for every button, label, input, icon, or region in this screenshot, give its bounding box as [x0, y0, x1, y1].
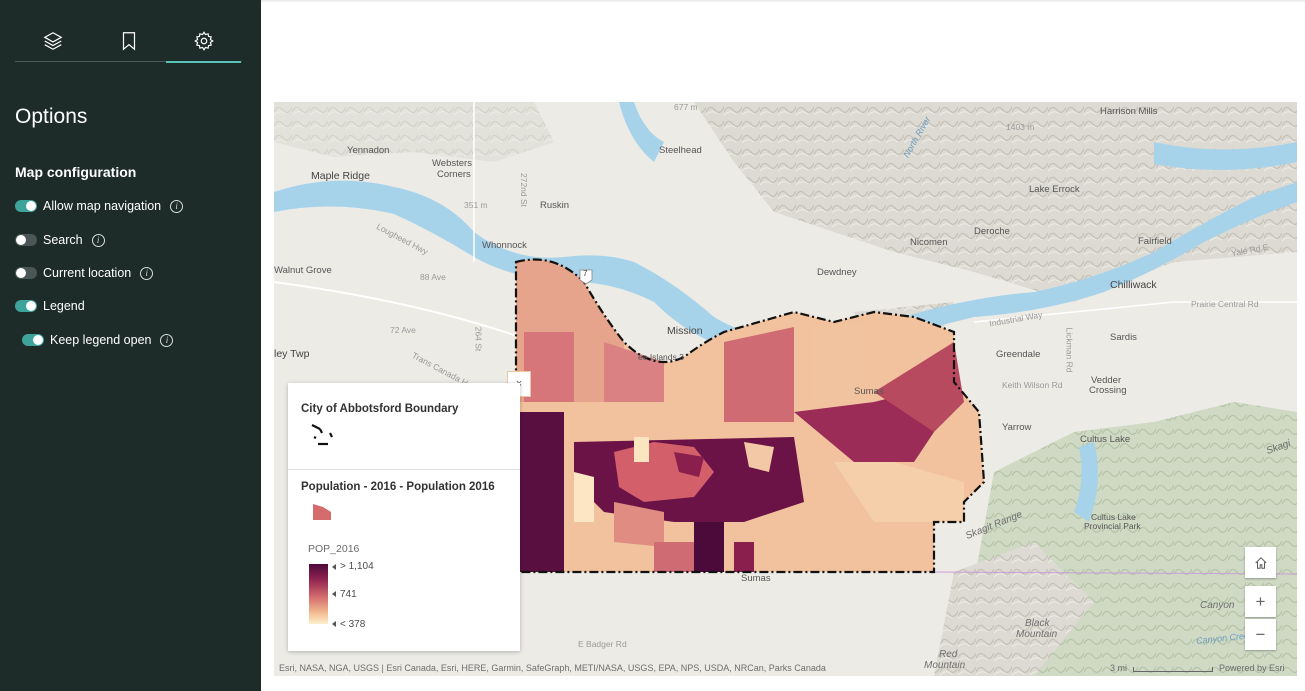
- sidebar-tabs: [15, 22, 242, 63]
- road-label: E Badger Rd: [578, 639, 627, 649]
- place-label: Whonnock: [482, 240, 527, 251]
- terrain-label: Canyon: [1200, 600, 1235, 611]
- ramp-label-mid: 741: [340, 589, 357, 600]
- place-label: Sardis: [1110, 332, 1137, 343]
- polygon-symbol-icon: [313, 504, 331, 520]
- place-label: Fairfield: [1138, 236, 1172, 247]
- option-label: Allow map navigation: [43, 199, 162, 213]
- road-label: 272nd St: [519, 172, 530, 208]
- road-label: Keith Wilson Rd: [1002, 380, 1063, 390]
- elevation-label: 351 m: [464, 200, 488, 210]
- option-keep-legend-open: Keep legend open i: [22, 330, 174, 350]
- tab-options[interactable]: [166, 22, 241, 63]
- place-label: ley Twp: [274, 348, 310, 360]
- place-label: Yennadon: [347, 145, 390, 156]
- terrain-label: Mountain: [924, 660, 966, 671]
- gear-icon: [193, 30, 215, 57]
- road-label: Prairie Central Rd: [1191, 299, 1259, 309]
- info-icon[interactable]: i: [91, 233, 105, 247]
- map-navigation-toggle[interactable]: [15, 200, 37, 212]
- info-icon[interactable]: i: [160, 333, 174, 347]
- place-label: Harrison Mills: [1100, 106, 1158, 117]
- option-label: Search: [43, 233, 83, 247]
- elevation-label: 1403 m: [1006, 122, 1035, 132]
- keep-legend-open-toggle[interactable]: [22, 334, 44, 346]
- road-label: 88 Ave: [420, 272, 446, 282]
- option-label: Legend: [43, 299, 85, 313]
- place-label: Crossing: [1089, 385, 1127, 396]
- option-search: Search i: [15, 230, 105, 250]
- layers-icon: [42, 30, 64, 57]
- current-location-toggle[interactable]: [15, 267, 37, 279]
- option-label: Keep legend open: [50, 333, 152, 347]
- legend-field-name: POP_2016: [308, 543, 360, 555]
- ramp-tick: [332, 564, 336, 570]
- top-shadow: [261, 0, 1305, 3]
- option-map-navigation: Allow map navigation i: [15, 196, 184, 216]
- ramp-label-high: > 1,104: [340, 561, 374, 572]
- legend-layer-title: City of Abbotsford Boundary: [301, 403, 459, 415]
- place-label: Yarrow: [1002, 422, 1032, 433]
- boundary-symbol-icon: [311, 424, 333, 446]
- place-label: Chilliwack: [1110, 279, 1157, 291]
- sidebar-panel: Options Map configuration Allow map navi…: [0, 0, 261, 691]
- tab-layers[interactable]: [15, 22, 90, 62]
- place-label: Sumas: [741, 573, 771, 584]
- option-label: Current location: [43, 266, 132, 280]
- legend-panel: City of Abbotsford Boundary Population -…: [288, 383, 520, 651]
- option-legend: Legend: [15, 296, 85, 316]
- option-current-location: Current location i: [15, 263, 154, 283]
- place-label: Websters: [432, 158, 472, 169]
- search-toggle[interactable]: [15, 234, 37, 246]
- road-label: 264 St: [473, 326, 484, 352]
- color-ramp: [309, 564, 328, 624]
- place-label: ee Islands 3: [638, 352, 684, 362]
- legend-layer-title: Population - 2016 - Population 2016: [301, 481, 495, 493]
- place-label: Walnut Grove: [274, 265, 332, 276]
- scale-bar: [1133, 667, 1213, 672]
- legend-toggle[interactable]: [15, 300, 37, 312]
- tab-bookmarks[interactable]: [91, 22, 166, 62]
- section-title: Map configuration: [15, 164, 137, 180]
- zoom-out-button[interactable]: −: [1245, 619, 1276, 650]
- place-label: Steelhead: [659, 145, 702, 156]
- panel-title: Options: [15, 105, 88, 128]
- bookmark-icon: [118, 30, 140, 57]
- place-label: Lake Errock: [1029, 184, 1080, 195]
- place-label: Maple Ridge: [311, 170, 370, 182]
- ramp-tick: [332, 591, 336, 597]
- info-icon[interactable]: i: [140, 266, 154, 280]
- place-label: Ruskin: [540, 200, 570, 211]
- ramp-label-low: < 378: [340, 619, 366, 630]
- map-attribution: Esri, NASA, NGA, USGS | Esri Canada, Esr…: [279, 663, 826, 673]
- terrain-label: Black: [1025, 618, 1050, 629]
- home-button[interactable]: [1245, 547, 1276, 578]
- legend-divider: [288, 469, 520, 470]
- place-label: Nicomen: [910, 237, 948, 248]
- road-label: Lickman Rd: [1064, 327, 1075, 373]
- home-icon: [1254, 556, 1267, 569]
- scale-label: 3 mi: [1110, 663, 1128, 673]
- terrain-label: Mountain: [1016, 629, 1058, 640]
- road-label: 72 Ave: [390, 325, 416, 335]
- powered-by-esri[interactable]: Powered by Esri: [1219, 663, 1285, 673]
- ramp-tick: [332, 621, 336, 627]
- zoom-in-button[interactable]: +: [1245, 586, 1276, 617]
- place-label: Dewdney: [817, 267, 857, 278]
- place-label: Sumas: [854, 386, 884, 397]
- highway-shield-label: 7: [583, 269, 588, 278]
- terrain-label: Red: [939, 649, 958, 660]
- elevation-label: 677 m: [674, 102, 698, 112]
- place-label: Provincial Park: [1084, 521, 1141, 531]
- info-icon[interactable]: i: [170, 199, 184, 213]
- place-label: Greendale: [996, 349, 1041, 360]
- place-label: Cultus Lake: [1080, 434, 1131, 445]
- place-label: Mission: [667, 325, 703, 337]
- place-label: Deroche: [974, 226, 1010, 237]
- place-label: Corners: [437, 169, 471, 180]
